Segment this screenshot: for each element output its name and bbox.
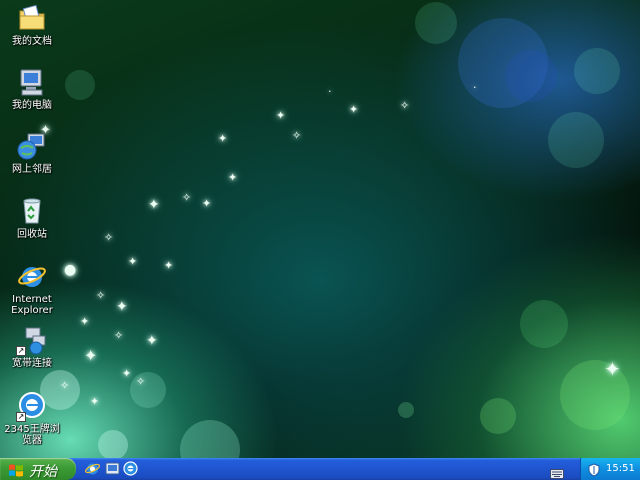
sparkle: · [473, 81, 477, 94]
desktop-icon-label: Internet Explorer [11, 294, 53, 316]
sparkle: ✦ [128, 255, 138, 268]
bokeh-light [505, 50, 557, 102]
shortcut-arrow-icon: ↗ [16, 346, 26, 356]
sparkle: ✦ [148, 197, 160, 213]
desktop-icon-label: 我的电脑 [12, 100, 52, 111]
desktop-icon-my-computer[interactable]: 我的电脑 [0, 66, 64, 111]
ie-icon [16, 260, 48, 292]
bokeh-light [65, 70, 95, 100]
windows-logo-icon [8, 462, 24, 477]
keyboard-icon[interactable] [550, 464, 564, 479]
desktop-icon-label: 网上邻居 [12, 164, 52, 175]
desktop-icon-label: 2345王牌浏览器 [4, 424, 60, 446]
sparkle: ● [64, 262, 77, 278]
desktop-icon-broadband-connection[interactable]: ↗ 宽带连接 [0, 324, 64, 369]
desktop-icon-label: 宽带连接 [12, 358, 52, 369]
taskbar: 开始 15:51 [0, 458, 640, 480]
desktop-icon-label: 我的文档 [12, 36, 52, 47]
security-shield-icon[interactable] [588, 462, 600, 477]
browser-2345-icon[interactable] [122, 460, 139, 477]
sparkle: ✦ [276, 109, 286, 122]
recycle-bin-icon [16, 195, 48, 227]
sparkle: ✦ [202, 197, 212, 210]
show-desktop-icon[interactable] [104, 460, 121, 477]
bokeh-light [520, 300, 568, 348]
system-tray: 15:51 [580, 458, 640, 480]
desktop-icon-recycle-bin[interactable]: 回收站 [0, 195, 64, 240]
bokeh-light [574, 48, 620, 94]
bokeh-light [98, 430, 128, 458]
sparkle: ✦ [122, 367, 132, 380]
network-globe-icon [16, 130, 48, 162]
desktop-icon-my-documents[interactable]: 我的文档 [0, 2, 64, 47]
sparkle: ✧ [182, 191, 192, 204]
sparkle: ✦ [228, 171, 238, 184]
sparkle: ✦ [146, 333, 158, 349]
browser-2345-icon: ↗ [16, 390, 48, 422]
sparkle: ✧ [136, 375, 146, 388]
start-label: 开始 [29, 464, 57, 480]
sparkle: ✧ [400, 99, 410, 112]
ie-icon[interactable] [84, 460, 101, 477]
bokeh-light [180, 420, 240, 458]
sparkle: ✧ [104, 231, 114, 244]
sparkle: ✦ [80, 315, 90, 328]
bokeh-light [548, 112, 604, 168]
sparkle: ✦ [604, 357, 621, 381]
sparkle: · [328, 85, 332, 98]
sparkle: ✦ [164, 259, 174, 272]
bokeh-light [398, 402, 414, 418]
desktop-icon-internet-explorer[interactable]: Internet Explorer [0, 260, 64, 316]
bokeh-light [415, 2, 457, 44]
sparkle: ✧ [292, 129, 302, 142]
folder-documents-icon [16, 2, 48, 34]
desktop-icon-network-places[interactable]: 网上邻居 [0, 130, 64, 175]
sparkle: ✦ [349, 103, 359, 116]
sparkle: ✦ [218, 132, 228, 145]
shortcut-arrow-icon: ↗ [16, 412, 26, 422]
sparkle: ✧ [114, 329, 124, 342]
bokeh-light [480, 398, 516, 434]
clock[interactable]: 15:51 [606, 463, 635, 474]
sparkle: ✧ [96, 289, 106, 302]
desktop-icon-label: 回收站 [17, 229, 47, 240]
desktop-icon-browser-2345[interactable]: ↗ 2345王牌浏览器 [0, 390, 64, 446]
computer-icon [16, 66, 48, 98]
desktop[interactable]: ✦ ✦ ✧ ✦ · ✧ · ✦ ✦ ✧ ✦ ✧ ✦ ✦ ● ✧ ✦ ✦ ✧ ✦ … [0, 0, 640, 458]
sparkle: ✦ [90, 395, 100, 408]
sparkle: ✦ [116, 299, 128, 315]
start-button[interactable]: 开始 [0, 458, 76, 480]
sparkle: ✦ [84, 346, 98, 365]
network-connection-icon: ↗ [16, 324, 48, 356]
